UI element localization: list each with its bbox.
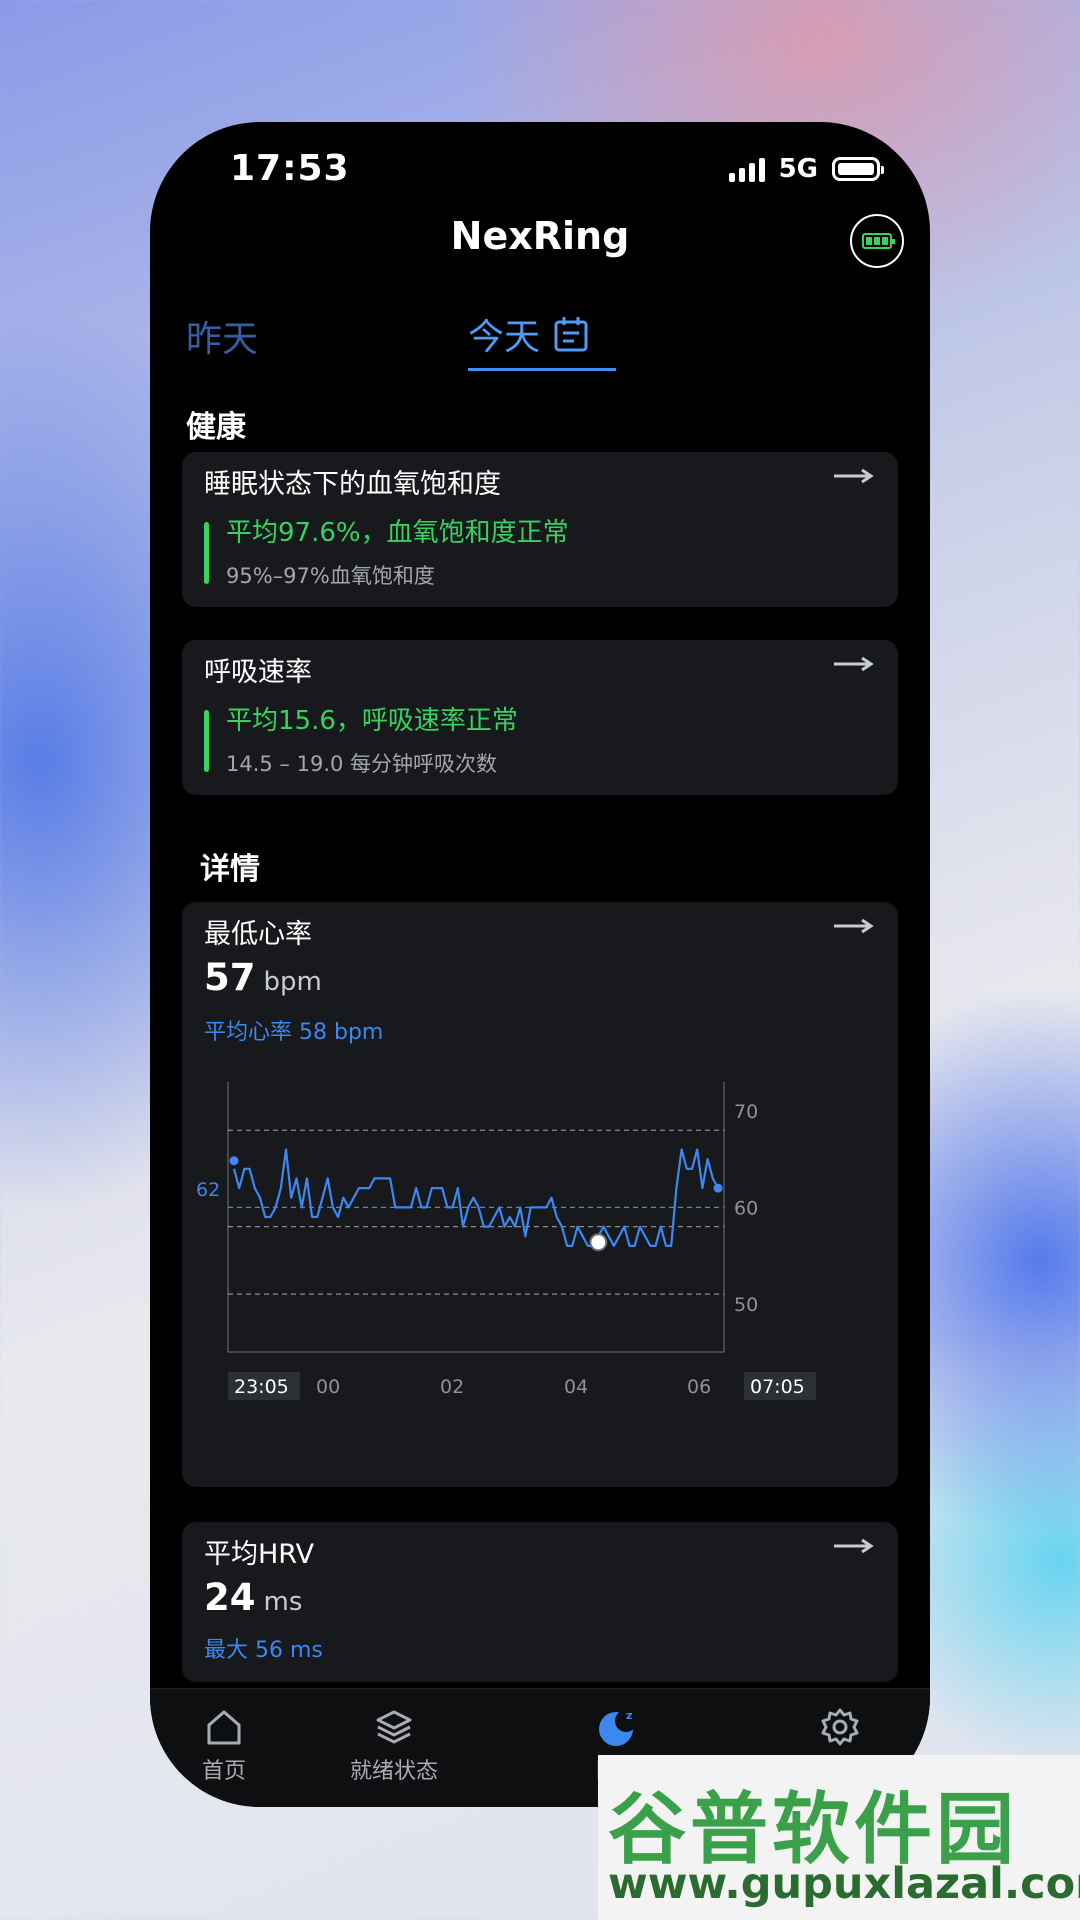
arrow-right-icon — [834, 1538, 874, 1554]
signal-icon — [728, 156, 765, 182]
chart-x-tick-label: 06 — [687, 1376, 711, 1398]
svg-text:z: z — [626, 1709, 632, 1722]
home-icon — [207, 1710, 241, 1745]
chart-y-tick-label: 70 — [734, 1101, 758, 1123]
spo2-status: 平均97.6%，血氧饱和度正常 — [226, 518, 569, 548]
section-title-health: 健康 — [186, 410, 246, 445]
gear-icon — [821, 1708, 859, 1746]
network-label: 5G — [778, 154, 818, 184]
tab-yesterday[interactable]: 昨天 — [186, 310, 258, 362]
spo2-range: 95%–97%血氧饱和度 — [226, 564, 435, 588]
chart-x-tick-text: 00 — [316, 1376, 340, 1398]
respiration-range: 14.5 – 19.0 每分钟呼吸次数 — [226, 752, 498, 776]
chart-x-tick-text: 06 — [687, 1376, 711, 1398]
sleep-moon-icon: z — [599, 1709, 637, 1746]
chart-marker-value-label: 62 — [196, 1179, 220, 1201]
section-title-details: 详情 — [200, 852, 260, 887]
app-title: NexRing — [450, 214, 630, 258]
spo2-title: 睡眠状态下的血氧饱和度 — [204, 469, 501, 500]
status-time: 17:53 — [230, 148, 350, 189]
tab-active-underline — [468, 368, 616, 371]
hrv-card[interactable]: 平均HRV 24 ms 最大 56 ms — [182, 1522, 898, 1682]
layers-icon — [376, 1710, 412, 1744]
respiration-title: 呼吸速率 — [204, 657, 312, 688]
ring-battery-icon — [862, 233, 895, 249]
watermark-url: www.gupuxlazal.com — [608, 1859, 1080, 1909]
nav-item-readiness[interactable]: 就绪状态 — [314, 1707, 474, 1785]
status-indicator-bar — [204, 522, 209, 584]
chart-x-tick-text: 23:05 — [234, 1376, 289, 1398]
chart-series-line — [232, 1148, 719, 1247]
calendar-icon[interactable] — [554, 316, 588, 352]
chart-end-point — [713, 1183, 723, 1193]
chart-x-tick-label: 00 — [316, 1376, 340, 1398]
chart-x-tick-text: 07:05 — [750, 1376, 805, 1398]
tab-today[interactable]: 今天 — [468, 308, 588, 372]
respiration-card[interactable]: 呼吸速率 平均15.6，呼吸速率正常 14.5 – 19.0 每分钟呼吸次数 — [182, 640, 898, 795]
heart-rate-value-row: 57 bpm — [204, 956, 322, 999]
chart-x-tick-label: 04 — [564, 1376, 588, 1398]
heart-rate-average: 平均心率 58 bpm — [204, 1020, 384, 1045]
phone-screen: 17:53 5G NexRing 昨天 今天 健康 睡眠状态下的血氧饱和度 平均… — [150, 122, 930, 1807]
hrv-max: 最大 56 ms — [204, 1638, 323, 1663]
nav-label-readiness: 就绪状态 — [349, 1759, 438, 1784]
chart-min-point — [589, 1233, 608, 1252]
watermark: 谷普软件园 www.gupuxlazal.com — [598, 1755, 1080, 1920]
chart-start-point — [229, 1156, 239, 1166]
hrv-title: 平均HRV — [204, 1539, 315, 1570]
status-bar-icons: 5G — [728, 154, 884, 184]
chart-x-tick-label: 23:05 — [228, 1372, 300, 1400]
heart-rate-value: 57 — [204, 956, 256, 999]
heart-rate-title: 最低心率 — [204, 919, 312, 950]
arrow-right-icon — [834, 468, 874, 484]
chart-y-tick-label: 60 — [734, 1197, 758, 1219]
ring-battery-button[interactable] — [850, 214, 904, 268]
chart-x-tick-text: 02 — [440, 1376, 464, 1398]
status-indicator-bar — [204, 710, 209, 772]
spo2-card[interactable]: 睡眠状态下的血氧饱和度 平均97.6%，血氧饱和度正常 95%–97%血氧饱和度 — [182, 452, 898, 607]
chart-x-tick-label: 02 — [440, 1376, 464, 1398]
heart-rate-card[interactable]: 最低心率 57 bpm 平均心率 58 bpm 50 60 70 62 23:05 00 02… — [182, 902, 898, 1487]
hrv-unit: ms — [263, 1587, 303, 1617]
hrv-value-row: 24 ms — [204, 1576, 302, 1619]
heart-rate-chart[interactable]: 50 60 70 62 23:05 00 02 04 06 07:05 — [182, 1052, 898, 1482]
chart-x-tick-label: 07:05 — [744, 1372, 816, 1400]
nav-label-home: 首页 — [201, 1759, 246, 1784]
battery-icon — [832, 157, 884, 181]
arrow-right-icon — [834, 918, 874, 934]
chart-y-tick-label: 50 — [734, 1294, 758, 1316]
hrv-value: 24 — [204, 1576, 256, 1619]
chart-x-tick-text: 04 — [564, 1376, 588, 1398]
arrow-right-icon — [834, 656, 874, 672]
tab-today-label: 今天 — [468, 317, 541, 358]
respiration-status: 平均15.6，呼吸速率正常 — [226, 706, 518, 736]
nav-item-home[interactable]: 首页 — [150, 1707, 304, 1785]
heart-rate-unit: bpm — [263, 967, 322, 997]
